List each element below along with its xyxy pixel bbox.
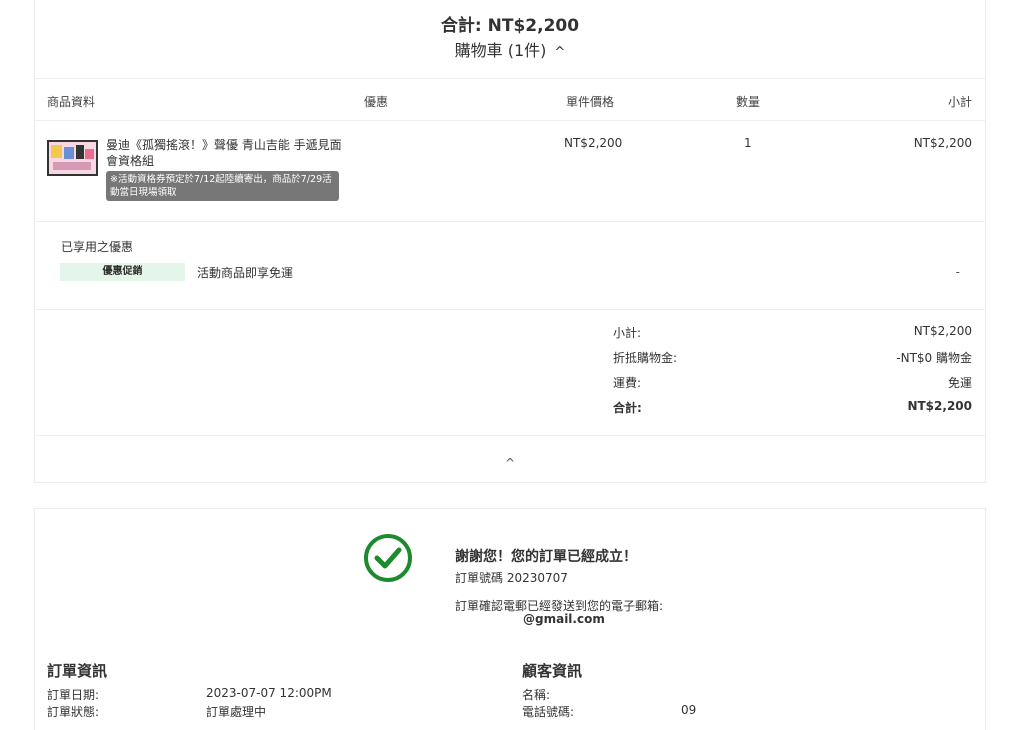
order-info-title: 訂單資訊 [47, 662, 108, 680]
promotion-description: 活動商品即享免運 [197, 266, 294, 280]
divider [35, 435, 985, 436]
check-circle-icon [364, 534, 412, 582]
divider [35, 309, 985, 310]
subtotal-label: 小計: [613, 326, 642, 340]
product-thumbnail[interactable] [47, 140, 98, 176]
shipping-label: 運費: [613, 376, 642, 390]
order-date-value: 2023-07-07 12:00PM [206, 686, 332, 700]
unit-price: NT$2,200 [564, 136, 623, 150]
promotion-badge: 優惠促銷 [60, 263, 185, 281]
order-total-heading: 合計: NT$2,200 [440, 16, 580, 36]
chevron-up-icon: ^ [554, 45, 566, 60]
col-header-unit-price: 單件價格 [566, 95, 615, 109]
subtotal-value: NT$2,200 [913, 324, 972, 338]
divider [35, 221, 985, 222]
col-header-subtotal: 小計 [947, 95, 972, 109]
collapse-cart-button[interactable]: ^ [35, 456, 985, 470]
order-status-label: 訂單狀態: [47, 705, 100, 719]
total-label: 合計: [613, 401, 642, 415]
customer-name-label: 名稱: [522, 688, 551, 702]
item-subtotal: NT$2,200 [913, 136, 972, 150]
credit-value: -NT$0 購物金 [896, 351, 972, 365]
shipping-value: 免運 [947, 376, 972, 390]
customer-phone-label: 電話號碼: [522, 705, 575, 719]
thank-you-title: 謝謝您！您的訂單已經成立！ [455, 549, 637, 565]
credit-label: 折抵購物金: [613, 351, 678, 365]
customer-phone-value: 09 [681, 703, 697, 717]
email-address: @gmail.com [523, 612, 605, 626]
cart-toggle-label: 購物車 (1件) [454, 41, 547, 60]
cart-toggle[interactable]: 購物車 (1件) ^ [35, 37, 985, 61]
product-notice: ※活動資格券預定於7/12起陸續寄出，商品於7/29活動當日現場領取 [106, 171, 339, 201]
divider [35, 78, 985, 79]
total-value: NT$2,200 [907, 399, 972, 413]
order-status-value: 訂單處理中 [206, 705, 267, 719]
product-name[interactable]: 曼迪《孤獨搖滾！》聲優 青山吉能 手遞見面會資格組 [106, 137, 346, 169]
applied-promotions-title: 已享用之優惠 [61, 240, 134, 254]
col-header-discount: 優惠 [364, 95, 389, 109]
promotion-amount: - [955, 265, 960, 279]
quantity: 1 [744, 136, 752, 150]
order-date-label: 訂單日期: [47, 688, 100, 702]
order-number: 訂單號碼 20230707 [455, 571, 568, 585]
col-header-product: 商品資料 [47, 95, 96, 109]
customer-info-title: 顧客資訊 [522, 662, 583, 680]
cart-summary-card: 合計: NT$2,200 購物車 (1件) ^ 商品資料 優惠 單件價格 數量 小… [34, 0, 986, 483]
divider [35, 120, 985, 121]
col-header-quantity: 數量 [736, 95, 761, 109]
chevron-up-icon: ^ [504, 456, 516, 470]
order-confirmation-card: 謝謝您！您的訂單已經成立！ 訂單號碼 20230707 訂單確認電郵已經發送到您… [34, 508, 986, 730]
